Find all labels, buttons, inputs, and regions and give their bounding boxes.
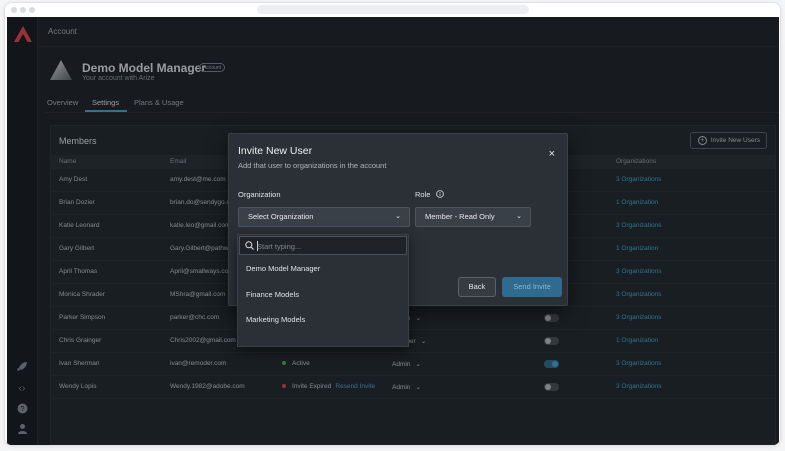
organization-dropdown: Start typing... Demo Model Manager Finan… [237, 234, 409, 347]
address-bar[interactable] [257, 5, 529, 14]
search-placeholder: Start typing... [257, 242, 302, 251]
role-select[interactable]: Member - Read Only ⌄ [415, 207, 531, 227]
chevron-down-icon: ⌄ [395, 213, 401, 220]
browser-window: ‹› ? Account Demo Model Manager Account … [4, 2, 781, 446]
role-select-value: Member - Read Only [425, 212, 495, 221]
search-icon [245, 241, 254, 250]
chevron-down-icon: ⌄ [516, 213, 522, 220]
window-minimize-dot[interactable] [20, 7, 26, 13]
app-root: ‹› ? Account Demo Model Manager Account … [7, 17, 779, 445]
back-button[interactable]: Back [458, 277, 496, 297]
org-option-finance-models[interactable]: Finance Models [246, 290, 299, 299]
send-invite-button[interactable]: Send Invite [502, 277, 562, 297]
info-icon[interactable] [435, 190, 444, 198]
browser-titlebar [5, 3, 780, 17]
organization-select-value: Select Organization [248, 212, 314, 221]
organization-search-input[interactable]: Start typing... [239, 236, 407, 255]
org-option-demo-model-manager[interactable]: Demo Model Manager [246, 264, 320, 273]
window-maximize-dot[interactable] [29, 7, 35, 13]
org-option-marketing-models[interactable]: Marketing Models [246, 315, 305, 324]
modal-subtitle: Add that user to organizations in the ac… [238, 161, 387, 170]
window-close-dot[interactable] [11, 7, 17, 13]
role-label-group: Role [415, 190, 444, 199]
role-label: Role [415, 190, 431, 199]
organization-select[interactable]: Select Organization ⌄ [238, 207, 410, 227]
organization-label: Organization [238, 190, 281, 199]
close-icon[interactable]: × [549, 149, 555, 160]
modal-title: Invite New User [238, 145, 313, 157]
